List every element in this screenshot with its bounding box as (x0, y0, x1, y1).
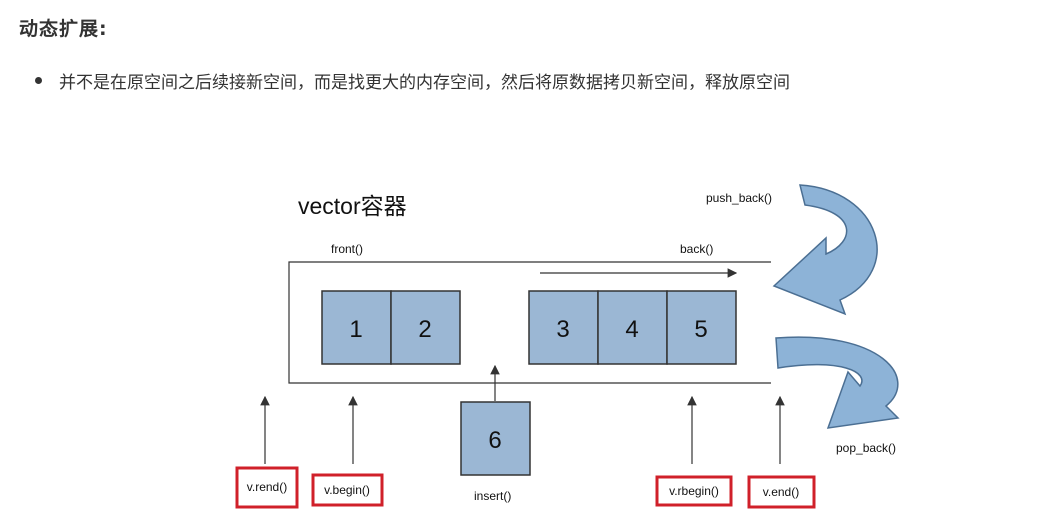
cell-value: 1 (349, 316, 362, 343)
element-cell: 5 (666, 290, 737, 365)
cell-value: 4 (625, 316, 638, 343)
cell-value: 3 (556, 316, 569, 343)
insert-cell-value: 6 (488, 427, 501, 454)
element-cell: 1 (321, 290, 392, 365)
pop-back-curved-arrow-icon (775, 336, 900, 429)
end-label: v.end() (763, 485, 799, 499)
push-back-curved-arrow-icon (772, 184, 878, 316)
cell-value: 2 (418, 316, 431, 343)
element-cell: 4 (597, 290, 668, 365)
begin-label: v.begin() (324, 483, 370, 497)
diagram-title: vector容器 (298, 193, 407, 219)
element-cell: 3 (528, 290, 599, 365)
rend-label: v.rend() (247, 480, 287, 494)
vector-diagram: vector容器 front() back() 1 2 3 4 5 6 inse… (235, 184, 900, 509)
element-cell: 2 (390, 290, 461, 365)
insert-label: insert() (474, 489, 511, 503)
rbegin-label: v.rbegin() (669, 484, 719, 498)
insert-cell: 6 (460, 401, 531, 476)
back-label: back() (680, 242, 713, 256)
pop-back-label: pop_back() (836, 441, 896, 455)
front-label: front() (331, 242, 363, 256)
cell-value: 5 (694, 316, 707, 343)
push-back-label: push_back() (706, 191, 772, 205)
